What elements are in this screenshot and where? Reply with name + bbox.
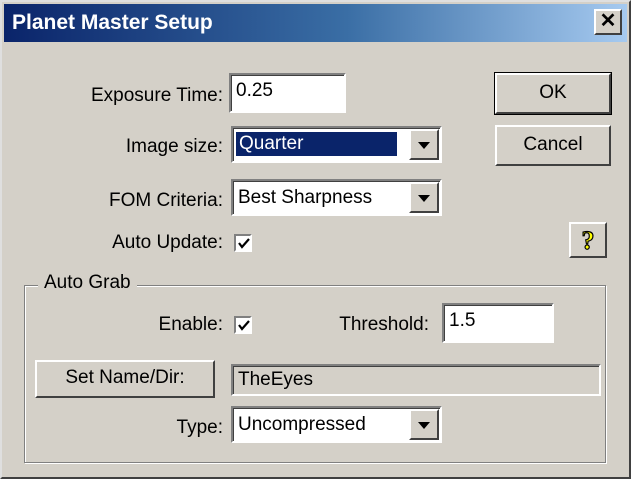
chevron-down-icon [418,194,430,202]
type-dropdown-button[interactable] [409,409,439,440]
image-size-dropdown-button[interactable] [409,129,439,160]
fom-criteria-select[interactable]: Best Sharpness [231,179,442,216]
fom-criteria-label: FOM Criteria: [109,190,223,211]
check-icon [238,238,250,249]
type-label: Type: [176,417,223,438]
type-select[interactable]: Uncompressed [231,406,442,443]
type-value: Uncompressed [238,414,366,435]
ok-button[interactable]: OK [494,72,612,115]
image-size-select[interactable]: Quarter [231,126,442,163]
exposure-time-label: Exposure Time: [91,85,223,106]
fom-criteria-value: Best Sharpness [238,187,373,208]
chevron-down-icon [418,141,430,149]
close-icon: ✕ [599,10,617,32]
image-size-label: Image size: [125,136,223,157]
enable-checkbox[interactable] [234,316,252,334]
name-dir-value: TheEyes [238,369,313,390]
auto-grab-title: Auto Grab [38,272,137,294]
fom-criteria-dropdown-button[interactable] [409,182,439,213]
auto-update-label: Auto Update: [112,232,223,253]
exposure-time-value: 0.25 [236,80,273,101]
threshold-input[interactable]: 1.5 [442,303,554,343]
enable-label: Enable: [158,314,223,335]
window-title: Planet Master Setup [12,11,213,34]
image-size-value: Quarter [235,131,398,157]
svg-text:?: ? [582,226,595,255]
auto-update-checkbox[interactable] [234,234,252,252]
title-bar[interactable]: Planet Master Setup ✕ [4,4,627,42]
exposure-time-input[interactable]: 0.25 [229,73,346,113]
close-button[interactable]: ✕ [594,9,622,35]
name-dir-field: TheEyes [231,364,601,396]
question-mark-icon: ? [581,225,595,255]
cancel-button[interactable]: Cancel [495,125,611,166]
threshold-label: Threshold: [339,314,429,335]
chevron-down-icon [418,421,430,429]
set-name-dir-button[interactable]: Set Name/Dir: [35,360,215,398]
threshold-value: 1.5 [449,310,476,331]
help-button[interactable]: ? [569,222,607,258]
check-icon [238,320,250,331]
